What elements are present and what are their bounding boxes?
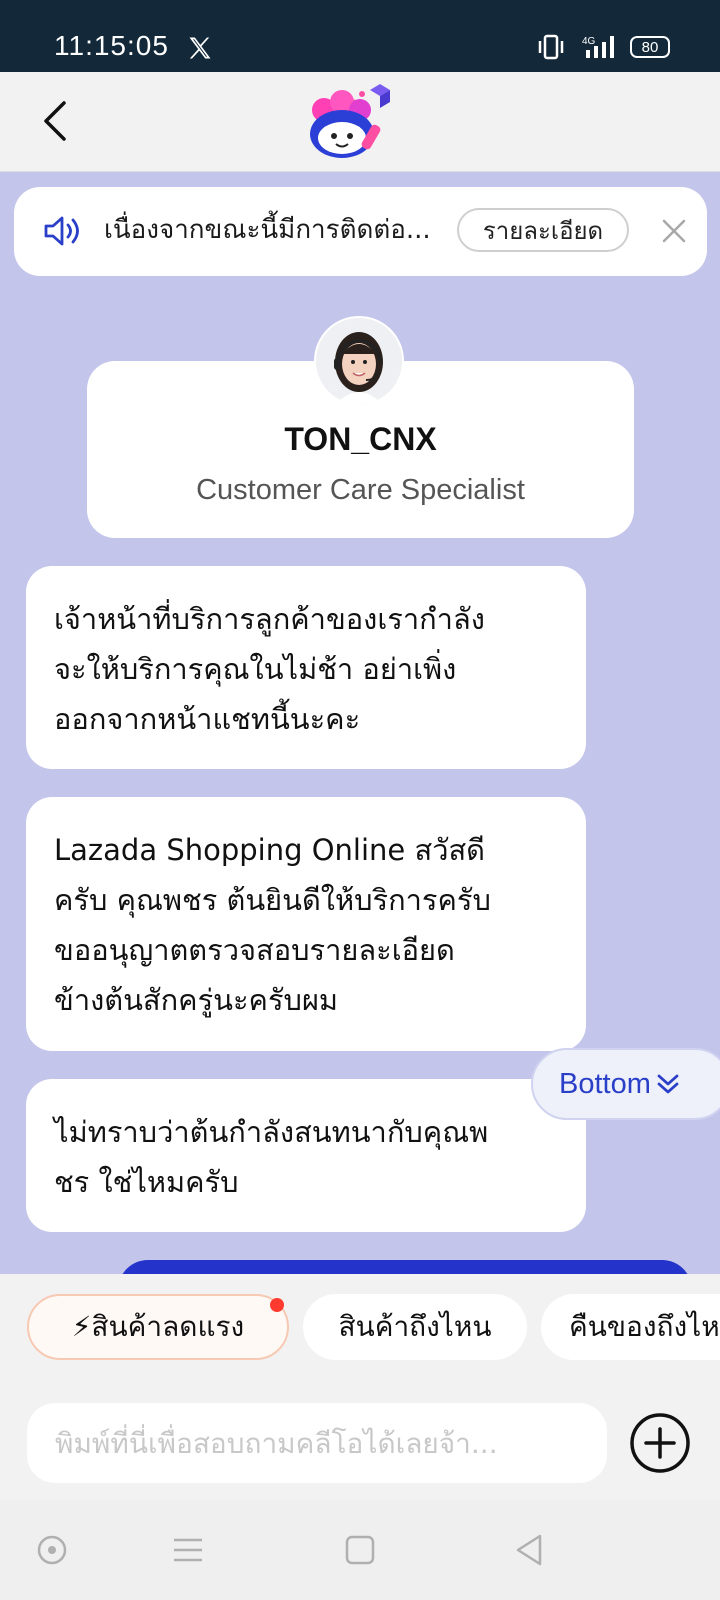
message-line: ข้างต้นสักครู่นะครับผม [54,983,339,1017]
agent-message: เจ้าหน้าที่บริการลูกค้าของเรากำลัง จะให้… [26,566,586,769]
message-line: จะให้บริการคุณในไม่ช้า อย่าเพิ่ง [54,652,457,686]
agent-avatar-image [316,318,402,404]
scroll-bottom-label: Bottom [559,1067,651,1100]
quick-reply-bar: ⚡สินค้าลดแรง สินค้าถึงไหน คืนของถึงไห [0,1274,720,1400]
scroll-bottom-button[interactable]: Bottom [531,1048,720,1120]
chat-header [0,72,720,172]
system-nav-bar [0,1500,720,1600]
message-line: ออกจากหน้าแชทนี้นะคะ [54,702,361,736]
message-composer [0,1400,720,1500]
mascot-logo [310,84,390,158]
plus-icon[interactable] [629,1412,691,1474]
battery-indicator: 80 [630,36,670,58]
notice-text: เนื่องจากขณะนี้มีการติดต่อ... [104,215,431,245]
menu-icon[interactable] [168,1530,208,1570]
status-time: 11:15:05 [54,30,169,61]
message-line: ไม่ทราบว่าต้นกำลังสนทนากับคุณพ [54,1115,489,1149]
home-icon[interactable] [340,1530,380,1570]
x-app-icon [189,37,211,59]
message-line: ครับ คุณพชร ต้นยินดีให้บริการครับ [54,883,491,917]
agent-avatar [314,316,404,406]
quick-reply-chip[interactable]: สินค้าถึงไหน [303,1294,527,1360]
notice-detail-button[interactable]: รายละเอียด [457,208,629,252]
close-icon[interactable] [656,213,692,249]
status-icons: 4G 80 [536,34,670,60]
status-bar: 11:15:05 4G 80 [0,0,720,72]
quick-reply-chip[interactable]: คืนของถึงไห [541,1294,720,1360]
notice-banner: เนื่องจากขณะนี้มีการติดต่อ... รายละเอียด [14,187,707,276]
back-triangle-icon[interactable] [510,1530,550,1570]
quick-reply-chip[interactable]: ⚡สินค้าลดแรง [27,1294,289,1360]
agent-message: Lazada Shopping Online สวัสดี ครับ คุณพช… [26,797,586,1051]
double-chevron-down-icon [657,1074,679,1094]
signal-4g-icon: 4G [582,36,614,58]
agent-role: Customer Care Specialist [196,474,525,506]
notification-dot [270,1298,284,1312]
assistant-icon[interactable] [32,1530,72,1570]
agent-message: ไม่ทราบว่าต้นกำลังสนทนากับคุณพ ชร ใช่ไหม… [26,1079,586,1232]
back-button[interactable] [30,96,80,146]
agent-name: TON_CNX [284,421,437,457]
message-line: ชร ใช่ไหมครับ [54,1165,239,1199]
speaker-icon [44,216,79,246]
message-input[interactable] [27,1403,607,1483]
svg-text:4G: 4G [582,36,596,47]
chevron-left-icon [44,101,66,141]
message-line: ขออนุญาตตรวจสอบรายละเอียด [54,933,455,967]
vibrate-icon [538,34,564,60]
message-line: เจ้าหน้าที่บริการลูกค้าของเรากำลัง [54,602,485,636]
message-line: Lazada Shopping Online สวัสดี [54,833,486,867]
